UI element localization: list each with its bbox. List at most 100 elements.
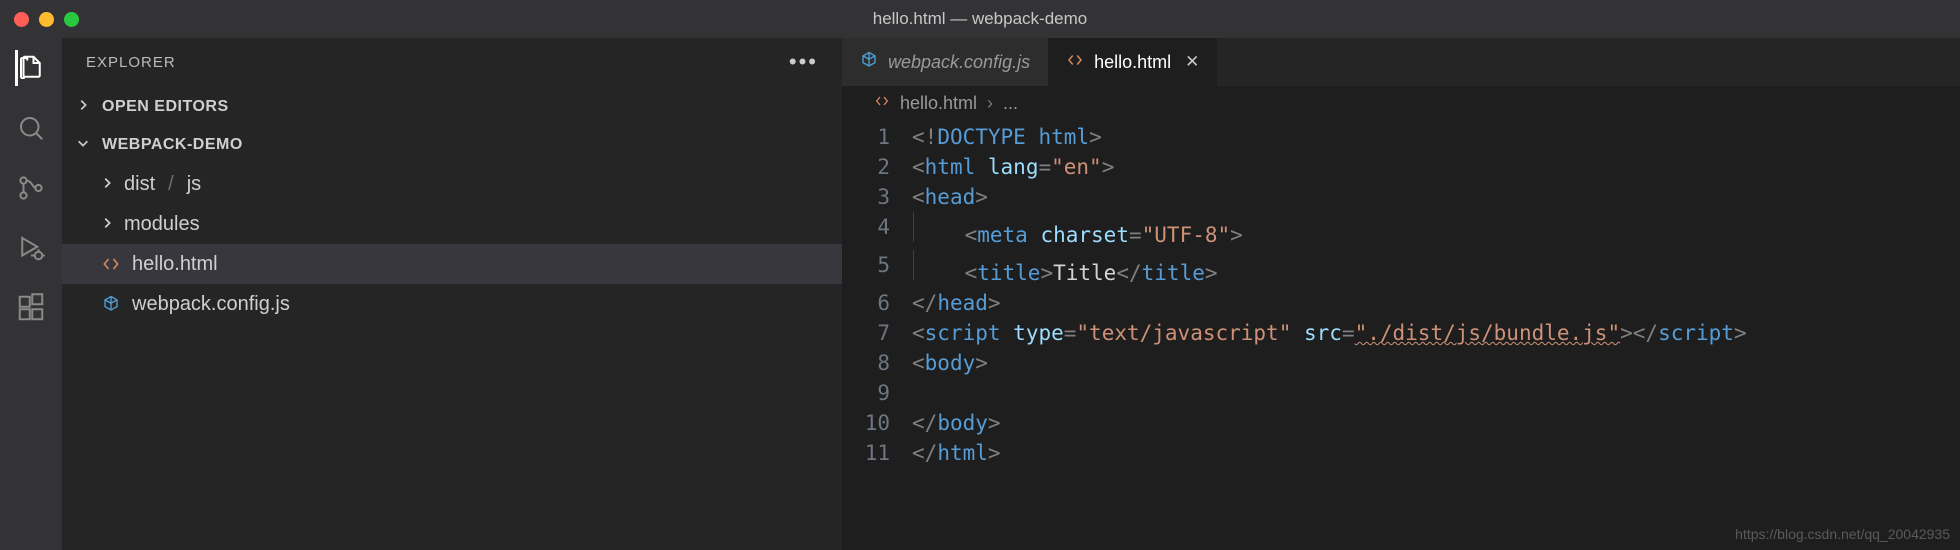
breadcrumb-rest: ... — [1003, 93, 1018, 114]
punct: > — [1620, 321, 1633, 345]
line-number: 1 — [842, 122, 912, 152]
extensions-icon[interactable] — [15, 292, 47, 324]
chevron-down-icon — [76, 136, 92, 155]
line-number: 9 — [842, 378, 912, 408]
tab-webpack-config[interactable]: webpack.config.js — [842, 38, 1048, 86]
tok-tag: title — [977, 261, 1040, 285]
html-file-icon — [874, 93, 890, 114]
punct: < — [912, 321, 925, 345]
run-debug-icon[interactable] — [15, 232, 47, 264]
punct: > — [1040, 261, 1053, 285]
watermark: https://blog.csdn.net/qq_20042935 — [1735, 526, 1950, 542]
breadcrumb[interactable]: hello.html › ... — [842, 86, 1960, 120]
file-label: hello.html — [132, 253, 218, 276]
tok-attr: src — [1304, 321, 1342, 345]
tok-string: "en" — [1051, 155, 1102, 179]
tok-tag: title — [1142, 261, 1205, 285]
punct: > — [975, 351, 988, 375]
minimize-window-button[interactable] — [39, 12, 54, 27]
tok-doctype: DOCTYPE — [937, 125, 1026, 149]
tok-tag: meta — [977, 223, 1028, 247]
punct: > — [1205, 261, 1218, 285]
punct: > — [975, 185, 988, 209]
line-number: 3 — [842, 182, 912, 212]
tok-string: "text/javascript" — [1076, 321, 1291, 345]
punct: < — [912, 441, 925, 465]
punct: < — [912, 185, 925, 209]
chevron-right-icon — [100, 213, 114, 236]
punct: < — [965, 223, 978, 247]
maximize-window-button[interactable] — [64, 12, 79, 27]
punct: > — [988, 441, 1001, 465]
tab-bar: webpack.config.js hello.html ✕ — [842, 38, 1960, 86]
html-file-icon — [1066, 51, 1084, 74]
line-number: 8 — [842, 348, 912, 378]
line-number: 4 — [842, 212, 912, 250]
punct: > — [1734, 321, 1747, 345]
punct: < — [912, 125, 925, 149]
tree-folder-dist[interactable]: dist/js — [62, 164, 842, 204]
js-config-icon — [860, 51, 878, 74]
tok-tag: html — [937, 441, 988, 465]
tree-file-hello-html[interactable]: hello.html — [62, 244, 842, 284]
punct: < — [965, 261, 978, 285]
line-number: 6 — [842, 288, 912, 318]
more-actions-icon[interactable]: ••• — [789, 49, 818, 75]
html-file-icon — [100, 254, 122, 274]
window-title: hello.html — webpack-demo — [0, 9, 1960, 29]
explorer-icon[interactable] — [15, 52, 47, 84]
window-controls — [14, 12, 79, 27]
punct: > — [1089, 125, 1102, 149]
title-bar: hello.html — webpack-demo — [0, 0, 1960, 38]
punct: / — [1645, 321, 1658, 345]
punct: / — [1129, 261, 1142, 285]
sidebar-header: EXPLORER ••• — [62, 38, 842, 86]
project-label: WEBPACK-DEMO — [102, 136, 243, 154]
punct: = — [1129, 223, 1142, 247]
line-number: 7 — [842, 318, 912, 348]
close-tab-icon[interactable]: ✕ — [1185, 52, 1199, 72]
punct: < — [1116, 261, 1129, 285]
chevron-right-icon — [100, 173, 114, 196]
tab-label: webpack.config.js — [888, 52, 1030, 73]
close-window-button[interactable] — [14, 12, 29, 27]
tok-tag: head — [937, 291, 988, 315]
tree-folder-modules[interactable]: modules — [62, 204, 842, 244]
code-editor[interactable]: 1<!DOCTYPE html> 2<html lang="en"> 3<hea… — [842, 120, 1960, 550]
folder-label: js — [187, 173, 201, 196]
tok-tag: html — [1038, 125, 1089, 149]
tok-string: "UTF-8" — [1142, 223, 1231, 247]
punct: < — [912, 351, 925, 375]
project-section[interactable]: WEBPACK-DEMO — [62, 126, 842, 164]
file-label: webpack.config.js — [132, 293, 290, 316]
tok-tag: body — [937, 411, 988, 435]
punct: = — [1038, 155, 1051, 179]
tok-string: "./dist/js/bundle.js" — [1355, 321, 1621, 345]
punct: = — [1064, 321, 1077, 345]
source-control-icon[interactable] — [15, 172, 47, 204]
tok-tag: script — [1658, 321, 1734, 345]
search-icon[interactable] — [15, 112, 47, 144]
tok-text: Title — [1053, 261, 1116, 285]
punct: < — [912, 411, 925, 435]
open-editors-section[interactable]: OPEN EDITORS — [62, 88, 842, 126]
sidebar-explorer: EXPLORER ••• OPEN EDITORS WEBPACK-DEMO — [62, 38, 842, 550]
chevron-right-icon: › — [987, 93, 993, 114]
tok-tag: head — [925, 185, 976, 209]
folder-label: dist — [124, 173, 155, 196]
tree-file-webpack-config[interactable]: webpack.config.js — [62, 284, 842, 324]
line-number: 2 — [842, 152, 912, 182]
tok-attr: charset — [1040, 223, 1129, 247]
activity-bar — [0, 38, 62, 550]
punct: < — [912, 291, 925, 315]
line-number: 5 — [842, 250, 912, 288]
line-number: 10 — [842, 408, 912, 438]
tab-hello-html[interactable]: hello.html ✕ — [1048, 38, 1217, 86]
punct: > — [1230, 223, 1243, 247]
punct: < — [912, 155, 925, 179]
punct: / — [925, 441, 938, 465]
breadcrumb-file: hello.html — [900, 93, 977, 114]
js-config-icon — [100, 295, 122, 313]
tok-tag: script — [925, 321, 1001, 345]
punct: / — [925, 411, 938, 435]
